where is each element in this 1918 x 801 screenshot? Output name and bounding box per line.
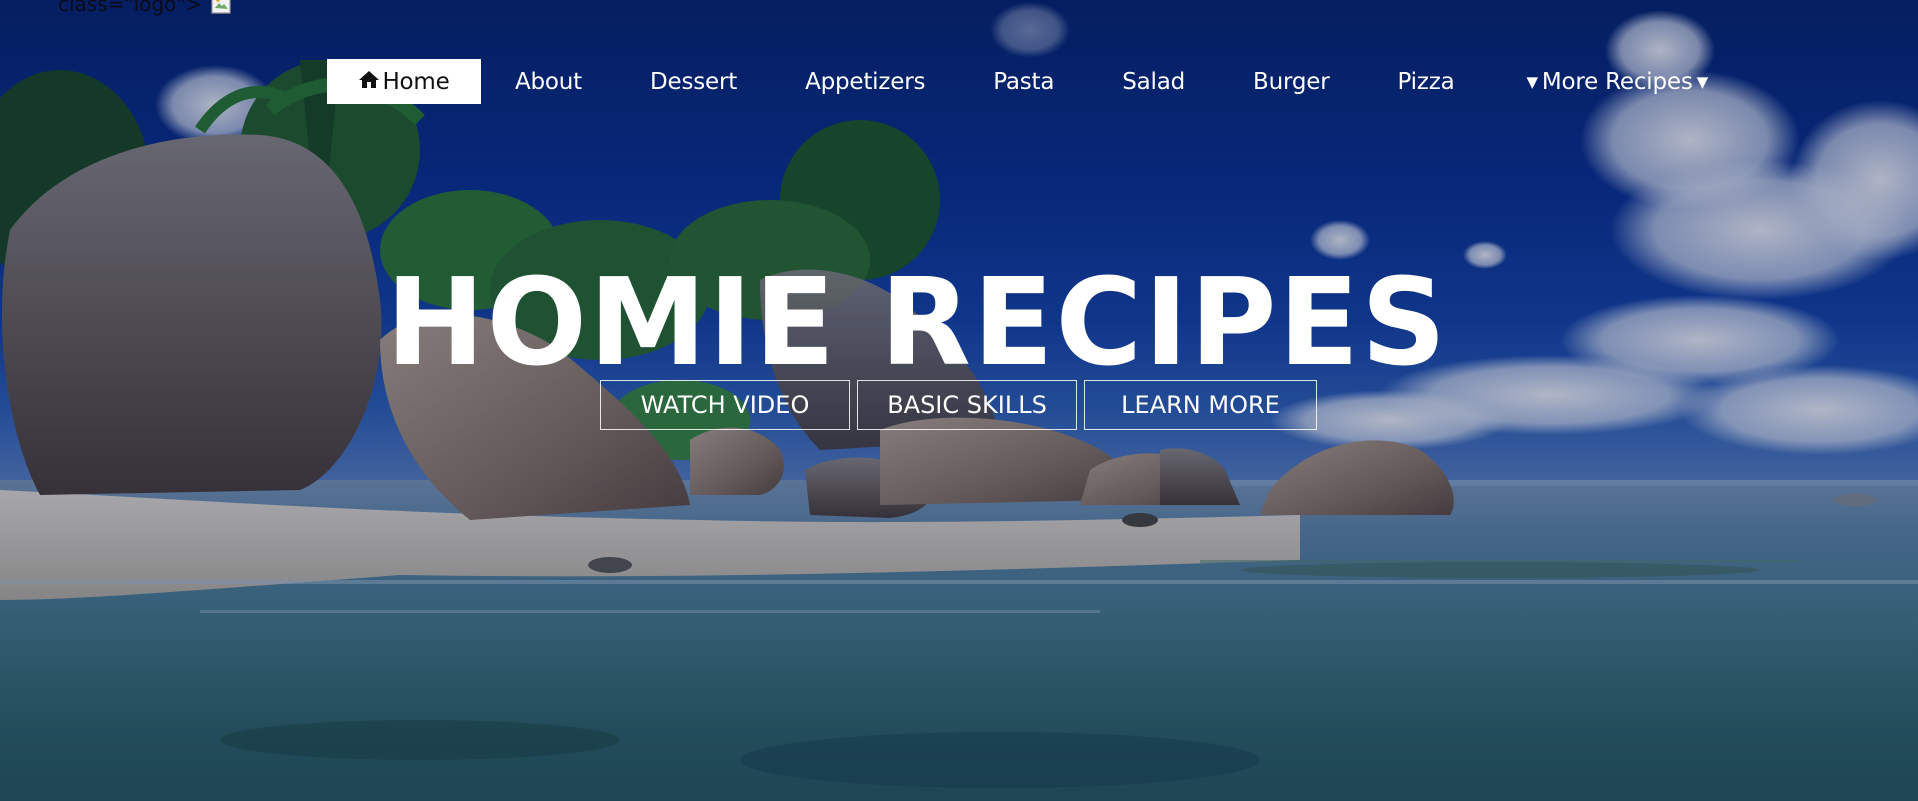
basic-skills-button[interactable]: BASIC SKILLS: [857, 380, 1077, 430]
nav-item-burger[interactable]: Burger: [1219, 59, 1363, 104]
nav-item-appetizers[interactable]: Appetizers: [771, 59, 959, 104]
home-icon: [358, 69, 380, 95]
nav-item-pasta[interactable]: Pasta: [959, 59, 1088, 104]
nav-item-about[interactable]: About: [481, 59, 616, 104]
hero-title: HOMIE RECIPES: [385, 251, 1449, 393]
nav-item-label: Dessert: [650, 68, 738, 95]
nav-item-more-recipes[interactable]: ▼ More Recipes ▼: [1488, 59, 1745, 104]
nav-item-label: Pasta: [993, 68, 1055, 95]
logo-broken[interactable]: class="logo">: [58, 0, 232, 16]
nav-item-home-label: Home: [382, 68, 450, 95]
nav-item-label: Pizza: [1397, 68, 1455, 95]
nav-item-salad[interactable]: Salad: [1088, 59, 1219, 104]
nav-item-label: Burger: [1253, 68, 1330, 95]
learn-more-button[interactable]: LEARN MORE: [1084, 380, 1317, 430]
broken-image-icon: [210, 0, 232, 15]
watch-video-button[interactable]: WATCH VIDEO: [600, 380, 850, 430]
nav-item-home[interactable]: Home: [327, 59, 481, 104]
logo-broken-text: class="logo">: [58, 0, 203, 16]
caret-down-icon: ▼: [1696, 72, 1709, 91]
main-nav: Home About Dessert Appetizers Pasta Sala…: [327, 59, 1746, 104]
nav-item-label: Salad: [1122, 68, 1186, 95]
nav-item-dessert[interactable]: Dessert: [616, 59, 771, 104]
nav-item-label: About: [515, 68, 583, 95]
nav-item-pizza[interactable]: Pizza: [1363, 59, 1488, 104]
caret-down-icon: ▼: [1526, 72, 1538, 91]
hero-buttons: WATCH VIDEO BASIC SKILLS LEARN MORE: [600, 380, 1317, 430]
nav-item-more-label: More Recipes: [1541, 68, 1693, 95]
nav-item-label: Appetizers: [805, 68, 926, 95]
